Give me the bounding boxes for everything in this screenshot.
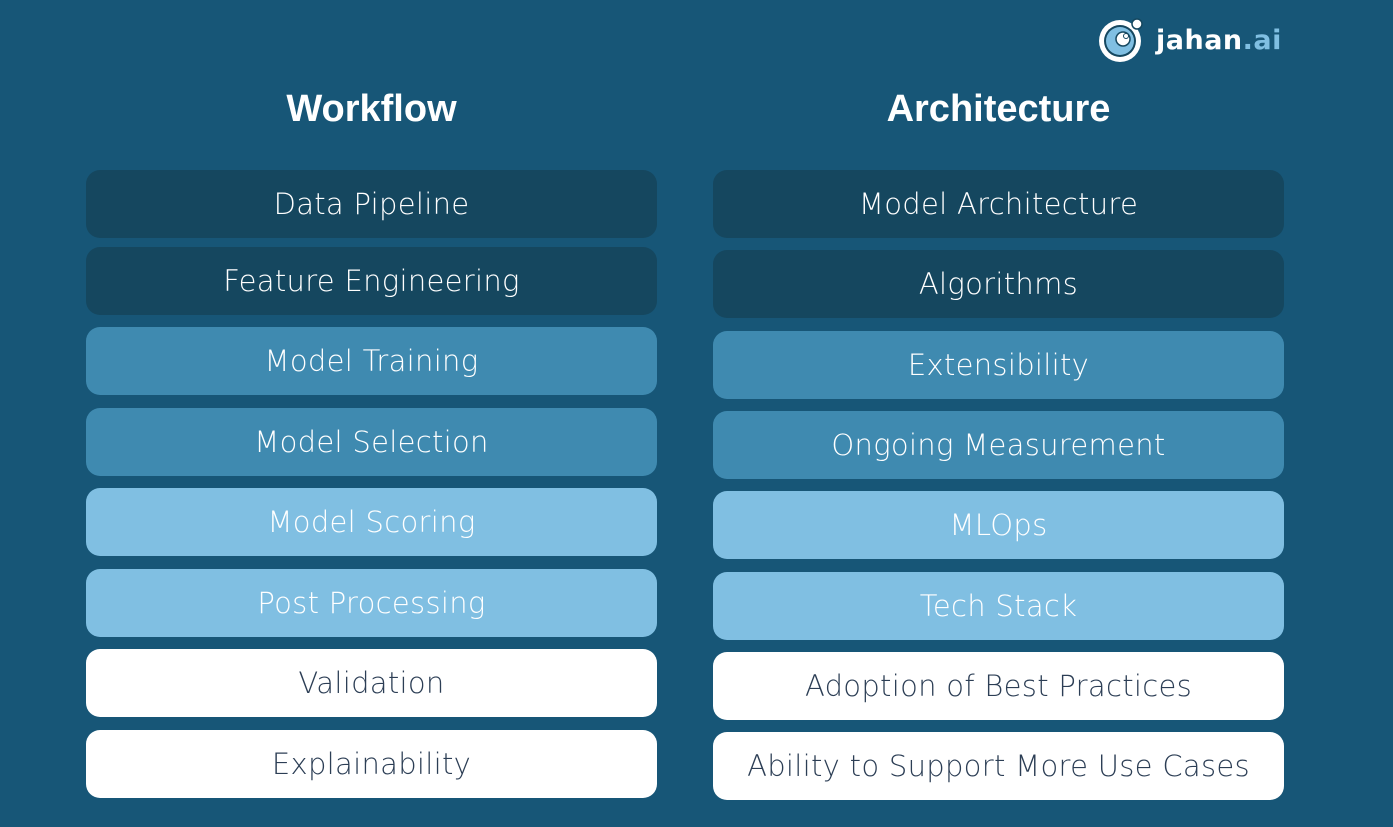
workflow-heading: Workflow: [286, 88, 457, 130]
logo-name: jahan: [1156, 24, 1243, 56]
architecture-item: Model Architecture: [713, 170, 1284, 238]
architecture-item: Ability to Support More Use Cases: [713, 732, 1284, 800]
architecture-item: MLOps: [713, 491, 1284, 559]
workflow-item: Explainability: [86, 730, 657, 798]
workflow-item: Model Selection: [86, 408, 657, 476]
workflow-item: Data Pipeline: [86, 170, 657, 238]
architecture-heading: Architecture: [886, 88, 1111, 130]
logo-suffix: .ai: [1242, 24, 1282, 56]
architecture-item: Extensibility: [713, 331, 1284, 399]
logo-orbit-icon: [1099, 18, 1143, 62]
workflow-item: Model Scoring: [86, 488, 657, 556]
jahan-ai-logo: jahan.ai: [1096, 15, 1282, 65]
workflow-item: Model Training: [86, 327, 657, 395]
architecture-item: Algorithms: [713, 250, 1284, 318]
architecture-item: Tech Stack: [713, 572, 1284, 640]
architecture-item: Ongoing Measurement: [713, 411, 1284, 479]
workflow-item: Feature Engineering: [86, 247, 657, 315]
workflow-item: Validation: [86, 649, 657, 717]
workflow-item: Post Processing: [86, 569, 657, 637]
architecture-item: Adoption of Best Practices: [713, 652, 1284, 720]
